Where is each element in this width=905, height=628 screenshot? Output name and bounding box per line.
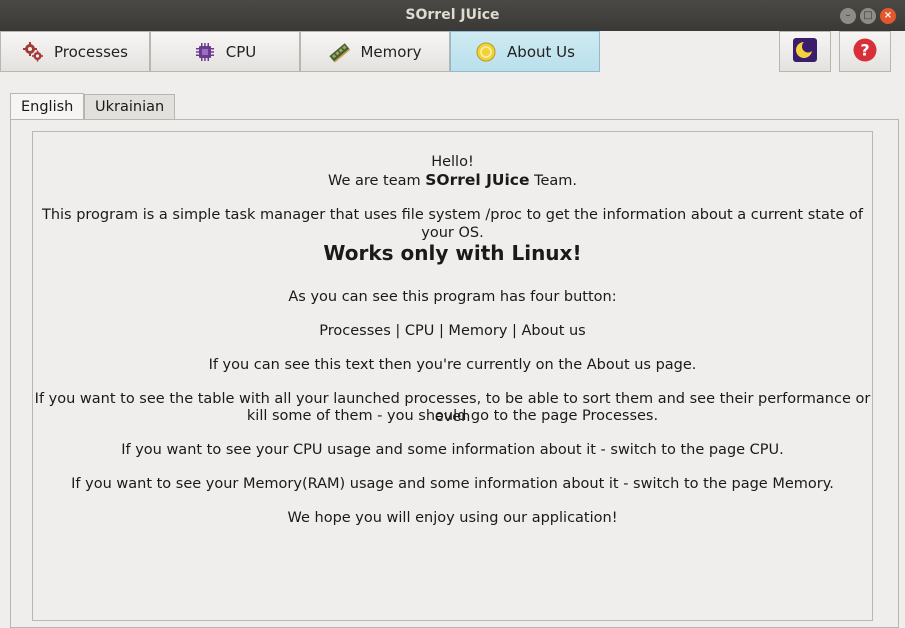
- page-toolbar: Processes CPU Memory About Us ?: [0, 31, 905, 73]
- team-line: We are team SOrrel JUice Team.: [33, 171, 872, 190]
- about-us-button-label: About Us: [507, 42, 575, 61]
- memory-button[interactable]: Memory: [300, 31, 450, 72]
- svg-text:?: ?: [860, 40, 869, 59]
- about-us-button[interactable]: About Us: [450, 31, 600, 72]
- app-window: SOrrel JUice – □ × Processes CPU Memory …: [0, 0, 905, 628]
- intro-text: This program is a simple task manager th…: [41, 207, 864, 241]
- moon-icon: [792, 37, 818, 67]
- tab-ukrainian-label: Ukrainian: [95, 99, 165, 115]
- maximize-icon: □: [863, 10, 873, 21]
- tab-ukrainian[interactable]: Ukrainian: [84, 94, 176, 119]
- help-button[interactable]: ?: [839, 31, 891, 72]
- chip-icon: [194, 41, 216, 63]
- cpu-info: If you want to see your CPU usage and so…: [121, 442, 784, 458]
- close-button[interactable]: ×: [880, 8, 896, 24]
- minimize-icon: –: [845, 10, 851, 21]
- processes-info-line2: kill some of them - you should go to the…: [246, 408, 659, 424]
- memory-info: If you want to see your Memory(RAM) usag…: [71, 476, 834, 492]
- buttons-intro: As you can see this program has four but…: [288, 289, 617, 305]
- hello-line: Hello!: [431, 154, 474, 170]
- cpu-button-label: CPU: [225, 42, 257, 61]
- closing-text: We hope you will enjoy using our applica…: [287, 510, 618, 526]
- gears-icon: [22, 41, 44, 63]
- team-suffix: Team.: [529, 173, 578, 189]
- processes-button-label: Processes: [54, 42, 128, 61]
- tab-pane: Hello! We are team SOrrel JUice Team. Th…: [10, 119, 899, 628]
- memory-button-label: Memory: [360, 42, 422, 61]
- linux-warning: Works only with Linux!: [323, 241, 582, 265]
- window-title: SOrrel JUice: [405, 7, 500, 23]
- team-name: SOrrel JUice: [425, 171, 530, 189]
- ram-icon: [328, 41, 351, 63]
- current-page-text: If you can see this text then you're cur…: [208, 357, 697, 373]
- close-icon: ×: [883, 10, 893, 21]
- tab-english-label: English: [21, 99, 74, 115]
- help-icon: ?: [852, 37, 878, 67]
- cpu-button[interactable]: CPU: [150, 31, 300, 72]
- buttons-list: Processes | CPU | Memory | About us: [319, 323, 586, 339]
- team-prefix: We are team: [327, 173, 426, 189]
- title-bar[interactable]: SOrrel JUice – □ ×: [0, 0, 905, 31]
- tab-english[interactable]: English: [10, 93, 85, 120]
- minimize-button[interactable]: –: [840, 8, 856, 24]
- theme-toggle-button[interactable]: [779, 31, 831, 72]
- processes-button[interactable]: Processes: [0, 31, 150, 72]
- maximize-button[interactable]: □: [860, 8, 876, 24]
- info-coin-icon: [475, 41, 497, 63]
- about-text-panel: Hello! We are team SOrrel JUice Team. Th…: [32, 131, 873, 621]
